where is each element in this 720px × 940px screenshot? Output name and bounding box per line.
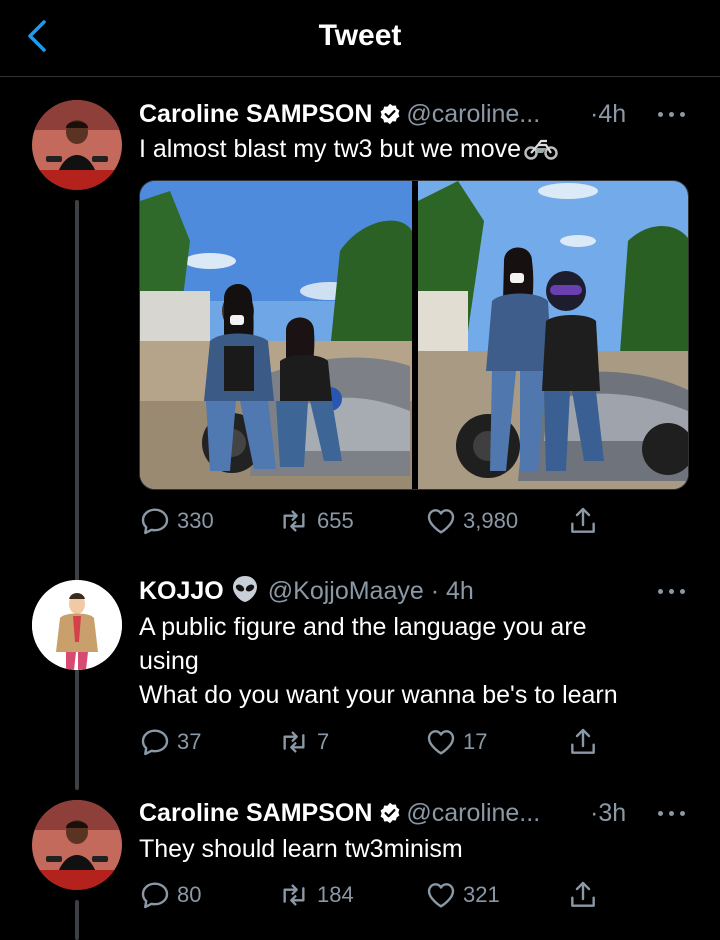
share-button[interactable] xyxy=(567,503,605,539)
retweet-button[interactable]: 655 xyxy=(277,503,354,539)
avatar[interactable] xyxy=(32,800,122,890)
share-button[interactable] xyxy=(567,877,605,913)
top-bar: Tweet xyxy=(0,0,720,77)
reply-icon xyxy=(139,726,171,758)
reply-button[interactable]: 37 xyxy=(139,724,201,760)
reply-button[interactable]: 330 xyxy=(139,503,214,539)
like-count: 17 xyxy=(463,729,488,754)
tweet-photo-1[interactable] xyxy=(140,181,412,489)
share-icon xyxy=(567,505,599,537)
share-icon xyxy=(567,726,599,758)
media-gallery xyxy=(139,180,689,490)
reply-icon xyxy=(139,879,171,911)
tweet-actions: 37 7 17 xyxy=(139,724,609,760)
reply-count: 330 xyxy=(177,508,214,533)
retweet-icon xyxy=(277,505,311,537)
tweet-time[interactable]: 4h xyxy=(598,100,626,128)
tweet-meta: Caroline SAMPSON @caroline... xyxy=(139,795,639,831)
retweet-button[interactable]: 7 xyxy=(277,724,329,760)
author-handle[interactable]: @caroline... xyxy=(406,100,540,128)
like-button[interactable]: 3,980 xyxy=(425,503,518,539)
author-name[interactable]: Caroline SAMPSON xyxy=(139,799,372,827)
tweet-text: They should learn tw3minism xyxy=(139,832,699,866)
tweet-time[interactable]: 3h xyxy=(598,799,626,827)
tweet-text-line: What do you want your wanna be's to lear… xyxy=(139,681,618,709)
author-handle[interactable]: @caroline... xyxy=(406,799,540,827)
tweet-actions: 80 184 321 xyxy=(139,877,609,913)
retweet-button[interactable]: 184 xyxy=(277,877,354,913)
heart-icon xyxy=(425,505,457,537)
tweet-actions: 330 655 3,980 xyxy=(139,503,609,539)
verified-badge-icon xyxy=(378,102,402,126)
retweet-count: 184 xyxy=(317,882,354,907)
thread-line xyxy=(75,900,79,940)
avatar[interactable] xyxy=(32,580,122,670)
retweet-count: 655 xyxy=(317,508,354,533)
more-options-button[interactable] xyxy=(654,795,690,831)
motorcycle-icon xyxy=(524,139,558,160)
heart-icon xyxy=(425,726,457,758)
share-button[interactable] xyxy=(567,724,605,760)
like-button[interactable]: 17 xyxy=(425,724,487,760)
heart-icon xyxy=(425,879,457,911)
tweet-meta: KOJJO @KojjoMaaye · 4h xyxy=(139,573,559,609)
more-options-button[interactable] xyxy=(654,573,690,609)
tweet-text-line: They should learn tw3minism xyxy=(139,835,463,863)
tweet-meta: Caroline SAMPSON @caroline... xyxy=(139,96,639,132)
tweet-time-wrap: ·3h xyxy=(590,795,650,831)
page-title: Tweet xyxy=(318,19,402,52)
tweet-time[interactable]: 4h xyxy=(446,577,474,605)
like-button[interactable]: 321 xyxy=(425,877,500,913)
author-handle[interactable]: @KojjoMaaye xyxy=(268,577,424,605)
like-count: 321 xyxy=(463,882,500,907)
more-options-button[interactable] xyxy=(654,96,690,132)
tweet-time-wrap: ·4h xyxy=(590,96,650,132)
alien-emoji-icon xyxy=(232,576,257,602)
tweet-text: A public figure and the language you are… xyxy=(139,610,699,712)
thread-line xyxy=(75,200,79,790)
tweet-text-line: using xyxy=(139,647,199,675)
reply-button[interactable]: 80 xyxy=(139,877,201,913)
author-name[interactable]: KOJJO xyxy=(139,577,224,605)
verified-badge-icon xyxy=(378,801,402,825)
reply-icon xyxy=(139,505,171,537)
tweet-text-line: I almost blast my tw3 but we move xyxy=(139,135,522,163)
retweet-icon xyxy=(277,726,311,758)
tweet-photo-2[interactable] xyxy=(418,181,688,489)
like-count: 3,980 xyxy=(463,508,519,533)
avatar[interactable] xyxy=(32,100,122,190)
reply-count: 37 xyxy=(177,729,202,754)
separator-dot: · xyxy=(423,577,446,605)
reply-count: 80 xyxy=(177,882,202,907)
retweet-count: 7 xyxy=(317,729,330,754)
retweet-icon xyxy=(277,879,311,911)
share-icon xyxy=(567,879,599,911)
tweet-text-line: A public figure and the language you are xyxy=(139,613,587,641)
author-name[interactable]: Caroline SAMPSON xyxy=(139,100,372,128)
tweet-text: I almost blast my tw3 but we move xyxy=(139,132,699,166)
